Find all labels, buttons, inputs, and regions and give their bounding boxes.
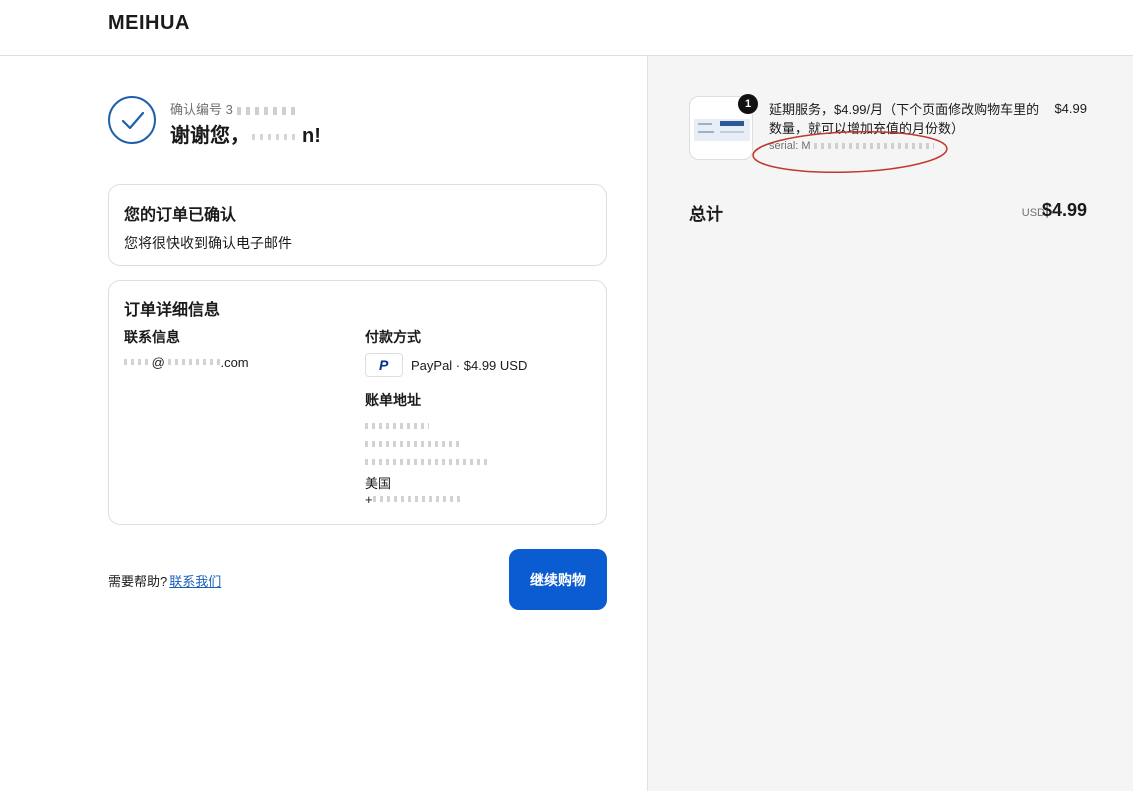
order-confirmed-card: 您的订单已确认 您将很快收到确认电子邮件 <box>108 184 607 266</box>
help-text: 需要帮助? 联系我们 <box>108 574 222 589</box>
contact-us-link[interactable]: 联系我们 <box>169 574 221 589</box>
redacted-address-line <box>365 423 429 429</box>
total-amount: $4.99 <box>1041 200 1087 220</box>
billing-phone: + <box>365 492 461 507</box>
thank-you-heading: 谢谢您， n! <box>170 125 321 147</box>
redacted-text <box>236 106 297 115</box>
redacted-address-line <box>365 459 489 465</box>
annotation-ellipse <box>752 130 948 174</box>
continue-shopping-button[interactable]: 继续购物 <box>509 549 607 610</box>
redacted-address-line <box>365 441 461 447</box>
order-confirmed-title: 您的订单已确认 <box>124 207 237 224</box>
redacted-name <box>252 133 300 140</box>
quantity-badge: 1 <box>738 94 758 114</box>
contact-info-label: 联系信息 <box>124 329 180 345</box>
payment-method-label: 付款方式 <box>365 329 421 345</box>
order-confirmed-subtitle: 您将很快收到确认电子邮件 <box>124 235 292 251</box>
order-details-title: 订单详细信息 <box>124 302 221 319</box>
total-label: 总计 <box>689 205 723 224</box>
payment-value: PayPal · $4.99 USD <box>411 358 528 373</box>
order-details-card: 订单详细信息 联系信息 @ .com 付款方式 P PayPal · $4.99… <box>108 280 607 525</box>
contact-email: @ .com <box>124 355 249 370</box>
brand-logo[interactable]: MEIHUA <box>108 12 190 35</box>
billing-address-label: 账单地址 <box>365 392 421 408</box>
order-summary: 1 延期服务，$4.99/月（下个页面修改购物车里的数量，就可以增加充值的月份数… <box>647 56 1133 791</box>
confirmation-number: 确认编号 3 <box>170 99 297 118</box>
paypal-icon: P <box>365 353 403 377</box>
site-header: MEIHUA <box>0 0 1133 56</box>
product-price: $4.99 <box>1054 101 1087 116</box>
main-content: 确认编号 3 谢谢您， n! 您的订单已确认 您将很快收到确认电子邮件 订单详细信… <box>0 56 647 791</box>
billing-country: 美国 <box>365 476 392 491</box>
check-circle-icon <box>108 96 156 144</box>
